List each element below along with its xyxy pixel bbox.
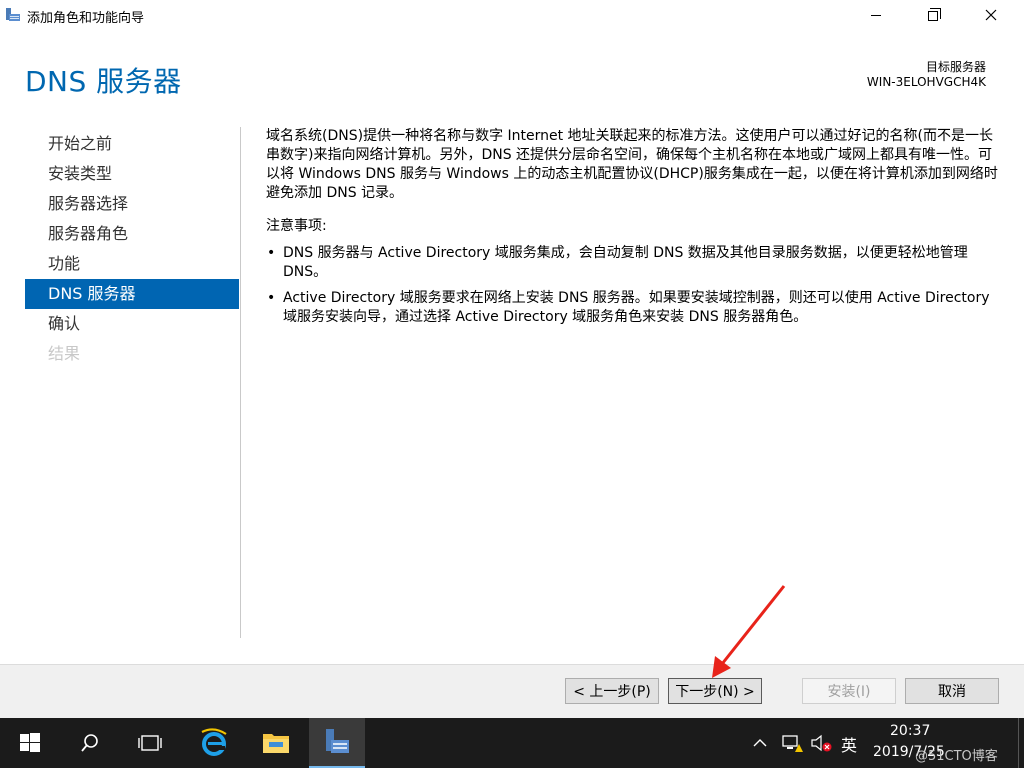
page-title: DNS 服务器 [25, 65, 182, 98]
target-server-name: WIN-3ELOHVGCH4K [866, 75, 986, 89]
close-button[interactable] [968, 0, 1014, 30]
target-server-label: 目标服务器 [925, 60, 986, 74]
install-button: 安装(I) [802, 678, 896, 704]
nav-item-server-roles[interactable]: 服务器角色 [25, 219, 239, 249]
file-explorer-button[interactable] [248, 718, 304, 768]
server-manager-icon [6, 8, 20, 21]
task-view-icon [138, 735, 162, 751]
internet-explorer-icon [201, 728, 227, 756]
note-item: • Active Directory 域服务要求在网络上安装 DNS 服务器。如… [266, 289, 1002, 327]
note-text: DNS 服务器与 Active Directory 域服务集成，会自动复制 DN… [283, 245, 968, 280]
wizard-nav: 开始之前 安装类型 服务器选择 服务器角色 功能 DNS 服务器 确认 结果 [25, 129, 239, 369]
annotation-arrow-icon [712, 585, 786, 678]
search-icon [81, 734, 98, 752]
internet-explorer-button[interactable] [186, 718, 242, 768]
windows-logo-icon [20, 733, 40, 752]
minimize-icon [871, 14, 881, 16]
taskbar: 英 20:37 2019/7/25 @51CTO博客 [0, 718, 1024, 768]
nav-item-before-you-begin[interactable]: 开始之前 [25, 129, 239, 159]
nav-item-confirmation[interactable]: 确认 [25, 309, 239, 339]
wizard-body: DNS 服务器 目标服务器 WIN-3ELOHVGCH4K 开始之前 安装类型 … [0, 30, 1024, 664]
window-title: 添加角色和功能向导 [27, 11, 145, 26]
note-text: Active Directory 域服务要求在网络上安装 DNS 服务器。如果要… [283, 290, 990, 325]
nav-divider [240, 127, 241, 638]
wizard-button-bar: < 上一步(P) 下一步(N) > 安装(I) 取消 [0, 665, 1024, 718]
content-pane: 域名系统(DNS)提供一种将名称与数字 Internet 地址关联起来的标准方法… [266, 127, 1002, 334]
title-bar: 添加角色和功能向导 [0, 0, 1024, 30]
note-item: • DNS 服务器与 Active Directory 域服务集成，会自动复制 … [266, 244, 1002, 282]
server-manager-taskbar-button[interactable] [309, 718, 365, 768]
bullet-icon: • [267, 245, 276, 261]
nav-item-installation-type[interactable]: 安装类型 [25, 159, 239, 189]
notes-heading: 注意事项: [266, 218, 327, 234]
show-hidden-icons-icon[interactable] [752, 735, 768, 751]
nav-item-dns-server[interactable]: DNS 服务器 [25, 279, 239, 309]
watermark: @51CTO博客 [915, 749, 998, 764]
maximize-button[interactable] [910, 0, 956, 30]
show-desktop-button[interactable] [1018, 718, 1024, 768]
folder-icon [263, 734, 289, 753]
intro-text: 域名系统(DNS)提供一种将名称与数字 Internet 地址关联起来的标准方法… [266, 128, 998, 201]
next-button[interactable]: 下一步(N) > [668, 678, 762, 704]
restore-icon [928, 8, 941, 21]
start-button[interactable] [2, 718, 58, 768]
server-manager-icon [326, 729, 349, 753]
nav-item-features[interactable]: 功能 [25, 249, 239, 279]
task-view-button[interactable] [122, 718, 178, 768]
search-button[interactable] [62, 718, 118, 768]
cancel-button[interactable]: 取消 [905, 678, 999, 704]
bullet-icon: • [267, 290, 276, 306]
nav-item-server-selection[interactable]: 服务器选择 [25, 189, 239, 219]
network-warning-icon[interactable] [781, 733, 803, 753]
close-icon [985, 9, 997, 21]
minimize-button[interactable] [853, 0, 899, 30]
volume-muted-icon[interactable] [810, 733, 832, 753]
nav-item-results: 结果 [48, 344, 81, 363]
previous-button[interactable]: < 上一步(P) [565, 678, 659, 704]
input-language-indicator[interactable]: 英 [841, 732, 857, 756]
clock-time[interactable]: 20:37 [890, 723, 930, 739]
